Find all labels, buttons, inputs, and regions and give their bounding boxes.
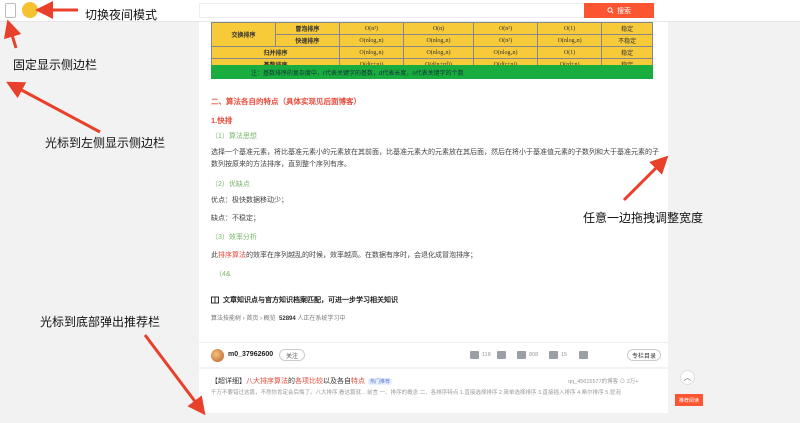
knowledge-text: 文章知识点与官方知识档案匹配，可进一步学习相关知识 bbox=[223, 297, 398, 304]
arrow-bottom-popup bbox=[143, 334, 206, 416]
table-cell: O(nlog₂n) bbox=[403, 34, 474, 47]
pros-cons-label: （2）优缺点 bbox=[211, 181, 250, 188]
learners-count: 52894 bbox=[279, 316, 296, 322]
table-cell: O(n²) bbox=[472, 34, 539, 47]
annotation-drag-width: 任意一边拖拽调整宽度 bbox=[583, 211, 704, 225]
item-4-label: （4& bbox=[215, 271, 231, 278]
annotation-pin-sidebar: 固定显示侧边栏 bbox=[13, 58, 98, 72]
arrow-left-sidebar bbox=[6, 81, 101, 134]
table-cell: O(nlog₂n) bbox=[472, 46, 539, 59]
search-button[interactable]: 搜索 bbox=[584, 3, 654, 18]
favorite-count: 808 bbox=[529, 352, 539, 358]
author-name[interactable]: m0_37962600 bbox=[228, 351, 273, 358]
table-cell: 交换排序 bbox=[211, 22, 276, 47]
back-to-top-button[interactable]: ︿ bbox=[680, 370, 695, 385]
sort-complexity-table: 交换排序 冒泡排序 O(n²) O(n) O(n²) O(1) 稳定 快速排序 … bbox=[211, 22, 653, 71]
learners-suffix: 人正在系统学习中 bbox=[297, 316, 346, 322]
table-cell: O(n²) bbox=[338, 22, 405, 35]
table-cell: 快速排序 bbox=[274, 34, 340, 47]
comment-stat[interactable]: 15 bbox=[549, 351, 567, 359]
table-cell: 不稳定 bbox=[601, 34, 653, 47]
toc-button[interactable]: 专栏目录 bbox=[627, 349, 661, 361]
table-cell: O(nlog₂n) bbox=[403, 46, 474, 59]
comment-count: 15 bbox=[561, 352, 568, 358]
efficiency-label: （3）效率分析 bbox=[211, 234, 257, 241]
star-icon bbox=[517, 351, 526, 359]
thumbs-down-icon bbox=[497, 351, 506, 359]
rec-prefix: 【超详细】 bbox=[211, 378, 246, 385]
article-body: 交换排序 冒泡排序 O(n²) O(n) O(n²) O(1) 稳定 快速排序 … bbox=[199, 22, 668, 367]
book-icon bbox=[211, 296, 219, 304]
table-cell: 稳定 bbox=[601, 46, 653, 59]
breadcrumb[interactable]: 算法技能树 › 首页 › 概览 52894 人正在系统学习中 bbox=[211, 313, 345, 322]
arrow-pin-sidebar bbox=[3, 19, 22, 49]
avatar[interactable] bbox=[211, 349, 224, 362]
share-icon bbox=[579, 351, 588, 359]
table-row: 归并排序 O(nlog₂n) O(nlog₂n) O(nlog₂n) O(1) … bbox=[211, 46, 653, 59]
idea-label: （1）算法思想 bbox=[211, 133, 257, 140]
idea-text: 选择一个基准元素，将比基准元素小的元素放在其前面，比基准元素大的元素放在其后面，… bbox=[211, 149, 659, 168]
recommendation-title[interactable]: 【超详细】八大排序算法的各项比较以及各自特点 热门推荐 bbox=[211, 376, 393, 386]
search-button-label: 搜索 bbox=[617, 7, 631, 15]
rec-link-2: 各项比较 bbox=[295, 378, 323, 385]
annotation-bottom-popup: 光标到底部弹出推荐栏 bbox=[40, 315, 161, 329]
chevron-up-icon: ︿ bbox=[683, 373, 692, 382]
efficiency-prefix: 此 bbox=[211, 252, 218, 259]
efficiency-text: 的效率在序列越乱的时候，效率越高。在数据有序时，会退化成冒泡排序； bbox=[246, 252, 477, 259]
pros-text: 优点：极快数据移动少； bbox=[211, 197, 288, 204]
subsection-title: 1.快排 bbox=[211, 116, 233, 125]
recommend-tab[interactable]: 推荐阅读 bbox=[675, 394, 703, 406]
table-row: 快速排序 O(nlog₂n) O(nlog₂n) O(n²) O(nlog₂n)… bbox=[212, 34, 653, 47]
table-cell: O(nlog₂n) bbox=[338, 34, 405, 47]
like-count: 118 bbox=[482, 352, 491, 358]
table-note: 注：基数排序的复杂度中，r代表关键字的基数，d代表长度，n代表关键字的个数 bbox=[211, 65, 653, 79]
search-icon bbox=[607, 7, 614, 14]
share-stat[interactable] bbox=[579, 351, 588, 359]
recommendation-meta: qq_45615577的博客 ⊙ 2万+ bbox=[568, 379, 639, 385]
annotation-night-mode: 切换夜间模式 bbox=[85, 8, 158, 22]
pin-sidebar-icon[interactable] bbox=[5, 3, 16, 18]
section-title: 二、算法各自的特点（具体实现见后面博客） bbox=[211, 97, 361, 106]
rec-mid-1: 的 bbox=[288, 378, 295, 385]
search-input[interactable] bbox=[199, 3, 584, 18]
comment-icon bbox=[549, 351, 558, 359]
table-cell: O(1) bbox=[537, 22, 603, 35]
recommendation-desc: 千万不要错过这篇，不然你肯定会后悔了。八大排序,看这篇就... 前言 一、排序的… bbox=[211, 390, 621, 396]
table-cell: O(nlog₂n) bbox=[537, 34, 603, 47]
dislike-stat[interactable] bbox=[497, 351, 506, 359]
rec-mid-2: 以及各自 bbox=[323, 378, 351, 385]
like-stat[interactable]: 118 bbox=[470, 351, 491, 359]
table-cell: O(n) bbox=[403, 22, 474, 35]
night-mode-icon[interactable] bbox=[22, 2, 38, 18]
table-cell: 稳定 bbox=[601, 22, 653, 35]
table-cell: O(nlog₂n) bbox=[338, 46, 405, 59]
knowledge-banner[interactable]: 文章知识点与官方知识档案匹配，可进一步学习相关知识 bbox=[211, 295, 398, 305]
rec-link-3: 特点 bbox=[351, 378, 365, 385]
sort-algorithm-link[interactable]: 排序算法 bbox=[218, 252, 246, 259]
follow-button[interactable]: 关注 bbox=[279, 349, 305, 361]
hot-tag: 热门推荐 bbox=[368, 378, 393, 385]
table-cell: 归并排序 bbox=[211, 46, 340, 59]
thumbs-up-icon bbox=[470, 351, 479, 359]
table-cell: O(1) bbox=[537, 46, 603, 59]
table-cell: O(n²) bbox=[472, 22, 539, 35]
rec-link-1: 八大排序算法 bbox=[246, 378, 288, 385]
recommendation-card[interactable]: 【超详细】八大排序算法的各项比较以及各自特点 热门推荐 qq_45615577的博… bbox=[199, 369, 668, 413]
annotation-left-sidebar: 光标到左侧显示侧边栏 bbox=[45, 136, 166, 150]
breadcrumb-text: 算法技能树 › 首页 › 概览 bbox=[211, 316, 276, 322]
table-cell: 冒泡排序 bbox=[274, 22, 340, 35]
table-row: 交换排序 冒泡排序 O(n²) O(n) O(n²) O(1) 稳定 bbox=[211, 22, 653, 47]
search-bar: 搜索 bbox=[199, 3, 654, 18]
efficiency-paragraph: 此排序算法的效率在序列越乱的时候，效率越高。在数据有序时，会退化成冒泡排序； bbox=[211, 250, 661, 262]
favorite-stat[interactable]: 808 bbox=[517, 351, 538, 359]
author-bar: m0_37962600 关注 118 808 15 专栏目录 bbox=[199, 342, 668, 367]
